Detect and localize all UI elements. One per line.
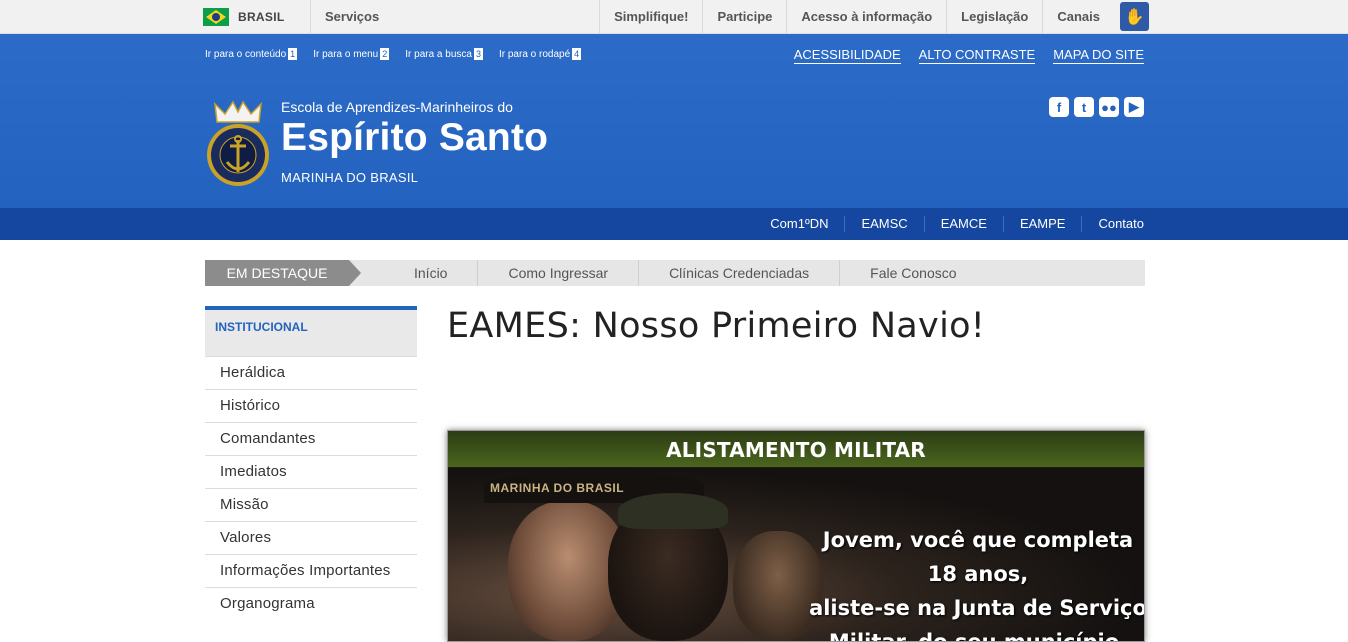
skip-to-menu[interactable]: Ir para o menu 2 xyxy=(313,48,390,60)
youtube-icon[interactable]: ▶ xyxy=(1124,97,1144,117)
main-content: EAMES: Nosso Primeiro Navio! ALISTAMENTO… xyxy=(447,306,1145,642)
skip-to-content[interactable]: Ir para o conteúdo 1 xyxy=(205,48,298,60)
facebook-icon[interactable]: f xyxy=(1049,97,1069,117)
social-links: f t ●● ▶ xyxy=(1049,97,1144,117)
site-header: Ir para o conteúdo 1 Ir para o menu 2 Ir p… xyxy=(0,34,1348,208)
sidebar-item-historico[interactable]: Histórico xyxy=(205,389,417,422)
skip-links: Ir para o conteúdo 1 Ir para o menu 2 Ir p… xyxy=(205,48,582,60)
banner-text: Jovem, você que completa 18 anos, aliste… xyxy=(808,523,1145,642)
highlight-link-fale-conosco[interactable]: Fale Conosco xyxy=(839,260,986,286)
nav-item-com1dn[interactable]: Com1ºDN xyxy=(754,216,844,232)
banner-line-3: Militar, do seu município, xyxy=(828,630,1128,642)
recruitment-banner[interactable]: ALISTAMENTO MILITAR MARINHA DO BRASIL Jo… xyxy=(447,430,1145,642)
navy-emblem-logo[interactable] xyxy=(205,100,271,188)
gov-link-legislacao[interactable]: Legislação xyxy=(946,0,1042,33)
highlights-bar: EM DESTAQUE Início Como Ingressar Clínic… xyxy=(205,260,1145,286)
nav-item-eamsc[interactable]: EAMSC xyxy=(844,216,923,232)
nav-item-eampe[interactable]: EAMPE xyxy=(1002,216,1082,232)
sidebar-item-missao[interactable]: Missão xyxy=(205,488,417,521)
sidebar-item-heraldica[interactable]: Heráldica xyxy=(205,356,417,389)
nav-item-eamce[interactable]: EAMCE xyxy=(923,216,1003,232)
service-nav: Com1ºDN EAMSC EAMCE EAMPE Contato xyxy=(0,208,1348,240)
flickr-icon[interactable]: ●● xyxy=(1099,97,1119,117)
soldier-beret xyxy=(618,493,728,529)
sidebar-item-informacoes[interactable]: Informações Importantes xyxy=(205,554,417,587)
highlight-link-clinicas[interactable]: Clínicas Credenciadas xyxy=(638,260,839,286)
brazil-flag-icon xyxy=(203,7,229,26)
gov-link-simplifique[interactable]: Simplifique! xyxy=(599,0,702,33)
site-map-link[interactable]: MAPA DO SITE xyxy=(1053,47,1144,64)
sign-language-icon[interactable]: ✋ xyxy=(1120,2,1149,31)
sidebar-menu: INSTITUCIONAL Heráldica Histórico Comand… xyxy=(205,306,417,620)
gov-link-acesso-informacao[interactable]: Acesso à informação xyxy=(786,0,946,33)
high-contrast-link[interactable]: ALTO CONTRASTE xyxy=(918,47,1036,64)
accessibility-link[interactable]: ACESSIBILIDADE xyxy=(793,47,901,64)
brasil-label: BRASIL xyxy=(238,9,285,24)
site-subtitle: MARINHA DO BRASIL xyxy=(281,170,419,185)
highlight-link-como-ingressar[interactable]: Como Ingressar xyxy=(477,260,638,286)
gov-bar: BRASIL Serviços Simplifique! Participe A… xyxy=(0,0,1348,34)
services-link[interactable]: Serviços xyxy=(310,0,379,33)
site-title[interactable]: Espírito Santo xyxy=(281,116,548,160)
banner-line-1: Jovem, você que completa 18 anos, xyxy=(822,528,1134,586)
highlight-link-inicio[interactable]: Início xyxy=(379,260,477,286)
sidebar-heading: INSTITUCIONAL xyxy=(205,306,417,356)
twitter-icon[interactable]: t xyxy=(1074,97,1094,117)
nav-item-contato[interactable]: Contato xyxy=(1081,216,1144,232)
sidebar-item-organograma[interactable]: Organograma xyxy=(205,587,417,620)
skip-to-footer[interactable]: Ir para o rodapé 4 xyxy=(499,48,582,60)
gov-link-participe[interactable]: Participe xyxy=(702,0,786,33)
sidebar-item-valores[interactable]: Valores xyxy=(205,521,417,554)
highlights-label: EM DESTAQUE xyxy=(205,260,361,286)
skip-to-search[interactable]: Ir para a busca 3 xyxy=(405,48,483,60)
gov-links: Simplifique! Participe Acesso à informaç… xyxy=(599,0,1149,33)
banner-line-2: aliste-se na Junta de Serviço xyxy=(809,596,1145,620)
sidebar-item-comandantes[interactable]: Comandantes xyxy=(205,422,417,455)
banner-heading: ALISTAMENTO MILITAR xyxy=(448,431,1144,467)
sidebar-item-imediatos[interactable]: Imediatos xyxy=(205,455,417,488)
accessibility-links: ACESSIBILIDADE ALTO CONTRASTE MAPA DO SI… xyxy=(793,47,1144,64)
brasil-link[interactable]: BRASIL xyxy=(203,0,284,33)
gov-link-canais[interactable]: Canais xyxy=(1042,0,1114,33)
site-pre-title: Escola de Aprendizes-Marinheiros do xyxy=(281,99,513,115)
page-title: EAMES: Nosso Primeiro Navio! xyxy=(447,306,986,346)
